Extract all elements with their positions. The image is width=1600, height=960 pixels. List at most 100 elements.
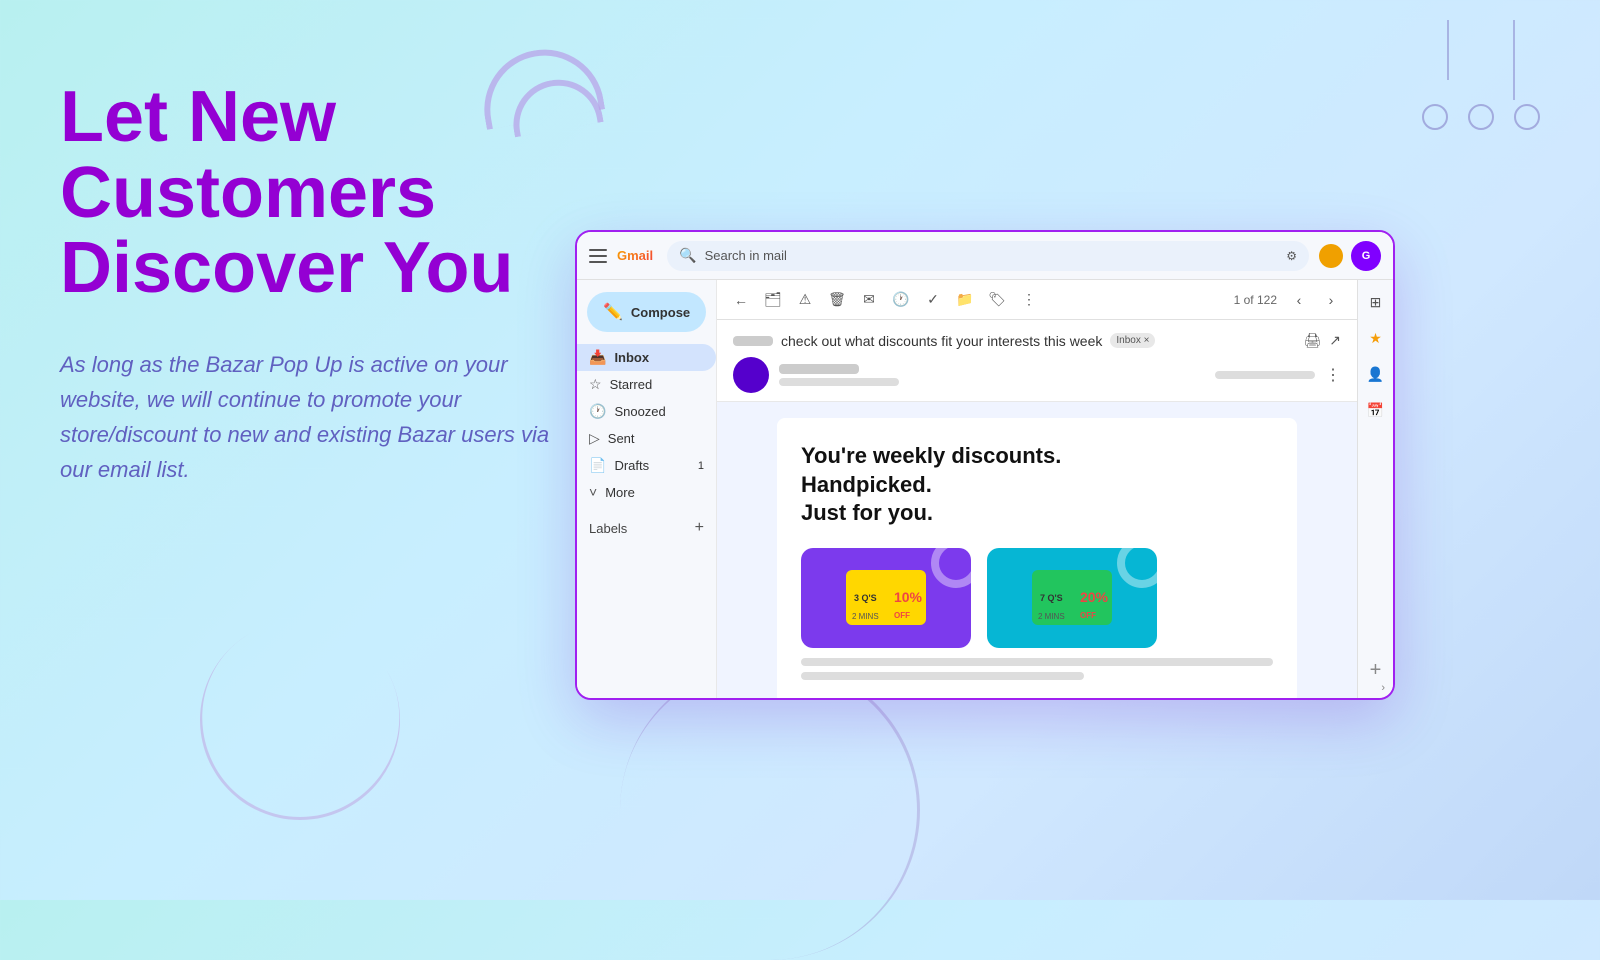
sidebar-item-snoozed[interactable]: 🕐 Snoozed: [577, 398, 716, 425]
inbox-chip[interactable]: Inbox ×: [1110, 333, 1155, 348]
deco-circle-3: [1514, 104, 1540, 130]
search-icon: 🔍: [679, 247, 696, 264]
spam-icon[interactable]: ⚠: [793, 288, 817, 312]
check-icon[interactable]: ✓: [921, 288, 945, 312]
more-toolbar-icon[interactable]: ⋮: [1017, 288, 1041, 312]
sidebar-item-drafts[interactable]: 📄 Drafts 1: [577, 452, 716, 479]
drafts-label: Drafts: [614, 458, 649, 473]
card-headline-1: You're weekly discounts.: [801, 443, 1061, 468]
snoozed-label: Snoozed: [614, 404, 665, 419]
archive-icon[interactable]: 🗂: [761, 288, 785, 312]
product-card-2-inner: 7 Q'S 2 MINS 20%OFF: [987, 548, 1157, 648]
product-2-discount: 20%OFF: [1080, 589, 1108, 621]
add-label-button[interactable]: +: [695, 519, 704, 537]
sidebar-item-more[interactable]: ˅ More: [577, 479, 716, 505]
next-email-button[interactable]: ›: [1317, 286, 1345, 314]
product-curve-2: [1117, 548, 1157, 588]
sender-info: [779, 364, 1205, 386]
product-1-mins: 2 MINS: [852, 612, 879, 621]
deco-arc-bl: [163, 583, 436, 856]
compose-label: Compose: [631, 305, 690, 320]
sender-email: [779, 378, 899, 386]
starred-label: Starred: [610, 377, 653, 392]
open-icon[interactable]: ↗: [1329, 332, 1341, 349]
hamburger-icon[interactable]: [589, 249, 607, 263]
blur-line-2: [801, 672, 1084, 680]
compose-icon: ✏️: [603, 302, 623, 322]
sidebar-item-starred[interactable]: ☆ Starred: [577, 371, 716, 398]
email-header: check out what discounts fit your intere…: [717, 320, 1357, 402]
headline-line2: Customers: [60, 153, 436, 233]
back-button[interactable]: ←: [729, 288, 753, 312]
inbox-icon: 📥: [589, 349, 606, 366]
filter-icon[interactable]: ⚙: [1286, 249, 1297, 263]
sent-label: Sent: [608, 431, 635, 446]
left-content: Let New Customers Discover You As long a…: [60, 80, 580, 488]
compose-button[interactable]: ✏️ Compose: [587, 292, 706, 332]
description: As long as the Bazar Pop Up is active on…: [60, 347, 580, 488]
deco-circles-row: [1422, 104, 1540, 130]
apps-icon[interactable]: ⊞: [1362, 288, 1390, 316]
gmail-right-sidebar: ⊞ ★ 👤 📅 +: [1357, 280, 1393, 698]
email-subject-line: check out what discounts fit your intere…: [733, 332, 1341, 349]
labels-label: Labels: [589, 521, 627, 536]
email-content: You're weekly discounts. Handpicked. Jus…: [717, 402, 1357, 698]
folder-icon[interactable]: 📁: [953, 288, 977, 312]
deco-circle-2: [1468, 104, 1494, 130]
search-placeholder-text: Search in mail: [705, 248, 787, 263]
deco-circle-1: [1422, 104, 1448, 130]
add-app-button[interactable]: +: [1370, 659, 1382, 690]
drafts-badge: 1: [698, 460, 704, 472]
mail-icon[interactable]: ✉: [857, 288, 881, 312]
gmail-topbar-right: G: [1319, 241, 1381, 271]
sidebar-labels: Labels +: [577, 513, 716, 543]
gmail-topbar: Gmail 🔍 Search in mail ⚙ G: [577, 232, 1393, 280]
clock-icon[interactable]: 🕐: [889, 288, 913, 312]
more-icon: ˅: [589, 484, 597, 500]
product-card-1-inner: 3 Q'S 2 MINS 10%OFF: [801, 548, 971, 648]
email-date: [1215, 371, 1315, 379]
headline: Let New Customers Discover You: [60, 80, 580, 307]
product-curve-1: [931, 548, 971, 588]
gmail-email-area: ← 🗂 ⚠ 🗑 ✉ 🕐 ✓ 📁 🏷 ⋮ 1 of 122 ‹ ›: [717, 280, 1357, 698]
tag-icon[interactable]: 🏷: [985, 288, 1009, 312]
product-1-discount: 10%OFF: [894, 589, 922, 621]
email-card-headline: You're weekly discounts. Handpicked. Jus…: [801, 442, 1273, 528]
gmail-window: Gmail 🔍 Search in mail ⚙ G ✏️ Compose 📥 …: [575, 230, 1395, 700]
sidebar-item-inbox[interactable]: 📥 Inbox: [577, 344, 716, 371]
calendar-icon[interactable]: 📅: [1362, 396, 1390, 424]
deco-line-v1: [1447, 20, 1449, 80]
prev-email-button[interactable]: ‹: [1285, 286, 1313, 314]
scroll-indicator[interactable]: ›: [1381, 682, 1385, 694]
product-card-1: 3 Q'S 2 MINS 10%OFF: [801, 548, 971, 648]
delete-icon[interactable]: 🗑: [825, 288, 849, 312]
sidebar-item-sent[interactable]: ▷ Sent: [577, 425, 716, 452]
product-cards: 3 Q'S 2 MINS 10%OFF: [801, 548, 1273, 648]
print-icon[interactable]: 🖨: [1303, 332, 1321, 349]
gmail-logo: Gmail: [617, 248, 653, 263]
email-action-icons: 🖨 ↗: [1303, 332, 1341, 349]
gmail-search-bar[interactable]: 🔍 Search in mail ⚙: [667, 241, 1309, 271]
more-label: More: [605, 485, 635, 500]
product-tag-2: 7 Q'S 2 MINS 20%OFF: [1032, 570, 1112, 625]
drafts-icon: 📄: [589, 457, 606, 474]
deco-line-v2: [1513, 20, 1515, 100]
user-avatar[interactable]: G: [1351, 241, 1381, 271]
email-subject-text: check out what discounts fit your intere…: [781, 333, 1102, 349]
card-headline-2: Handpicked.: [801, 472, 932, 497]
product-tag-1: 3 Q'S 2 MINS 10%OFF: [846, 570, 926, 625]
snoozed-icon: 🕐: [589, 403, 606, 420]
deco-arc-bc: [620, 660, 920, 960]
headline-line1: Let New: [60, 77, 336, 157]
email-toolbar: ← 🗂 ⚠ 🗑 ✉ 🕐 ✓ 📁 🏷 ⋮ 1 of 122 ‹ ›: [717, 280, 1357, 320]
email-options-icon[interactable]: ⋮: [1325, 365, 1341, 385]
blur-line-1: [801, 658, 1273, 666]
star-right-icon[interactable]: ★: [1362, 324, 1390, 352]
product-2-mins: 2 MINS: [1038, 612, 1065, 621]
product-1-qs: 3 Q'S: [854, 593, 877, 603]
people-icon[interactable]: 👤: [1362, 360, 1390, 388]
sender-avatar: [733, 357, 769, 393]
deco-circles: [1422, 20, 1540, 130]
product-2-qs: 7 Q'S: [1040, 593, 1063, 603]
starred-icon: ☆: [589, 376, 602, 393]
